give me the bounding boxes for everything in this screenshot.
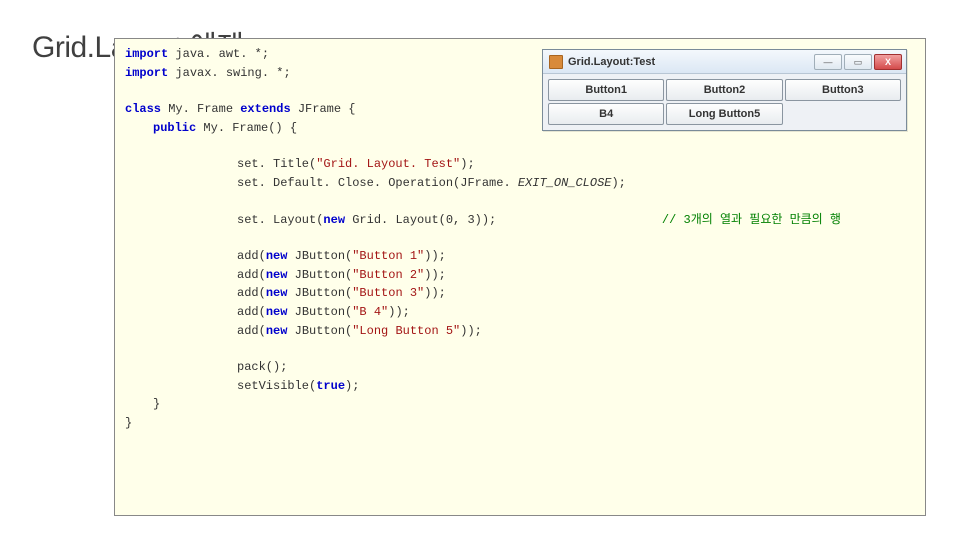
mock-body: Button1 Button2 Button3 B4 Long Button5	[543, 74, 906, 130]
jbutton-2[interactable]: Button2	[666, 79, 782, 101]
string-literal: "Grid. Layout. Test"	[316, 157, 460, 171]
string-literal: "Button 1"	[352, 249, 424, 263]
string-literal: "B 4"	[352, 305, 388, 319]
code-text: );	[460, 157, 474, 171]
kw-extends: extends	[240, 102, 290, 116]
code-text: set. Layout(	[237, 213, 323, 227]
string-literal: "Button 3"	[352, 286, 424, 300]
constant: EXIT_ON_CLOSE	[518, 176, 612, 190]
code-text: );	[345, 379, 359, 393]
kw-import: import	[125, 66, 168, 80]
code-text: add(	[237, 324, 266, 338]
code-text: JFrame {	[291, 102, 356, 116]
code-text: ));	[424, 249, 446, 263]
code-text: ));	[388, 305, 410, 319]
kw-true: true	[316, 379, 345, 393]
code-text: pack();	[237, 360, 287, 374]
minimize-button[interactable]: —	[814, 54, 842, 70]
code-panel: import java. awt. *; import javax. swing…	[114, 38, 926, 516]
code-text: Grid. Layout(0, 3));	[345, 213, 496, 227]
code-text: JButton(	[287, 305, 352, 319]
kw-new: new	[266, 249, 288, 263]
code-text: add(	[237, 249, 266, 263]
kw-new: new	[323, 213, 345, 227]
kw-new: new	[266, 286, 288, 300]
brace: }	[125, 416, 132, 430]
code-text: JButton(	[287, 268, 352, 282]
code-text: JButton(	[287, 324, 352, 338]
code-text: set. Default. Close. Operation(JFrame.	[237, 176, 518, 190]
code-text: add(	[237, 286, 266, 300]
kw-new: new	[266, 324, 288, 338]
code-text: );	[611, 176, 625, 190]
code-text: ));	[460, 324, 482, 338]
code-text: javax. swing. *;	[168, 66, 290, 80]
code-text: JButton(	[287, 249, 352, 263]
spacer	[496, 213, 662, 227]
code-text: java. awt. *;	[168, 47, 269, 61]
code-text: ));	[424, 286, 446, 300]
code-text: My. Frame	[161, 102, 240, 116]
maximize-button[interactable]: ▭	[844, 54, 872, 70]
string-literal: "Button 2"	[352, 268, 424, 282]
comment: // 3개의 열과 필요한 만큼의 행	[662, 213, 841, 227]
brace: }	[153, 397, 160, 411]
code-text: ));	[424, 268, 446, 282]
mock-window: Grid.Layout:Test — ▭ X Button1 Button2 B…	[542, 49, 907, 131]
mock-window-title: Grid.Layout:Test	[568, 56, 812, 68]
jbutton-4[interactable]: B4	[548, 103, 664, 125]
kw-new: new	[266, 268, 288, 282]
string-literal: "Long Button 5"	[352, 324, 460, 338]
jbutton-5[interactable]: Long Button5	[666, 103, 782, 125]
code-text: setVisible(	[237, 379, 316, 393]
java-cup-icon	[549, 55, 563, 69]
kw-import: import	[125, 47, 168, 61]
kw-new: new	[266, 305, 288, 319]
code-text: My. Frame() {	[196, 121, 297, 135]
close-button[interactable]: X	[874, 54, 902, 70]
kw-class: class	[125, 102, 161, 116]
jbutton-3[interactable]: Button3	[785, 79, 901, 101]
jbutton-1[interactable]: Button1	[548, 79, 664, 101]
code-text: add(	[237, 268, 266, 282]
code-text: set. Title(	[237, 157, 316, 171]
code-text: JButton(	[287, 286, 352, 300]
mock-titlebar: Grid.Layout:Test — ▭ X	[543, 50, 906, 74]
code-text: add(	[237, 305, 266, 319]
kw-public: public	[153, 121, 196, 135]
